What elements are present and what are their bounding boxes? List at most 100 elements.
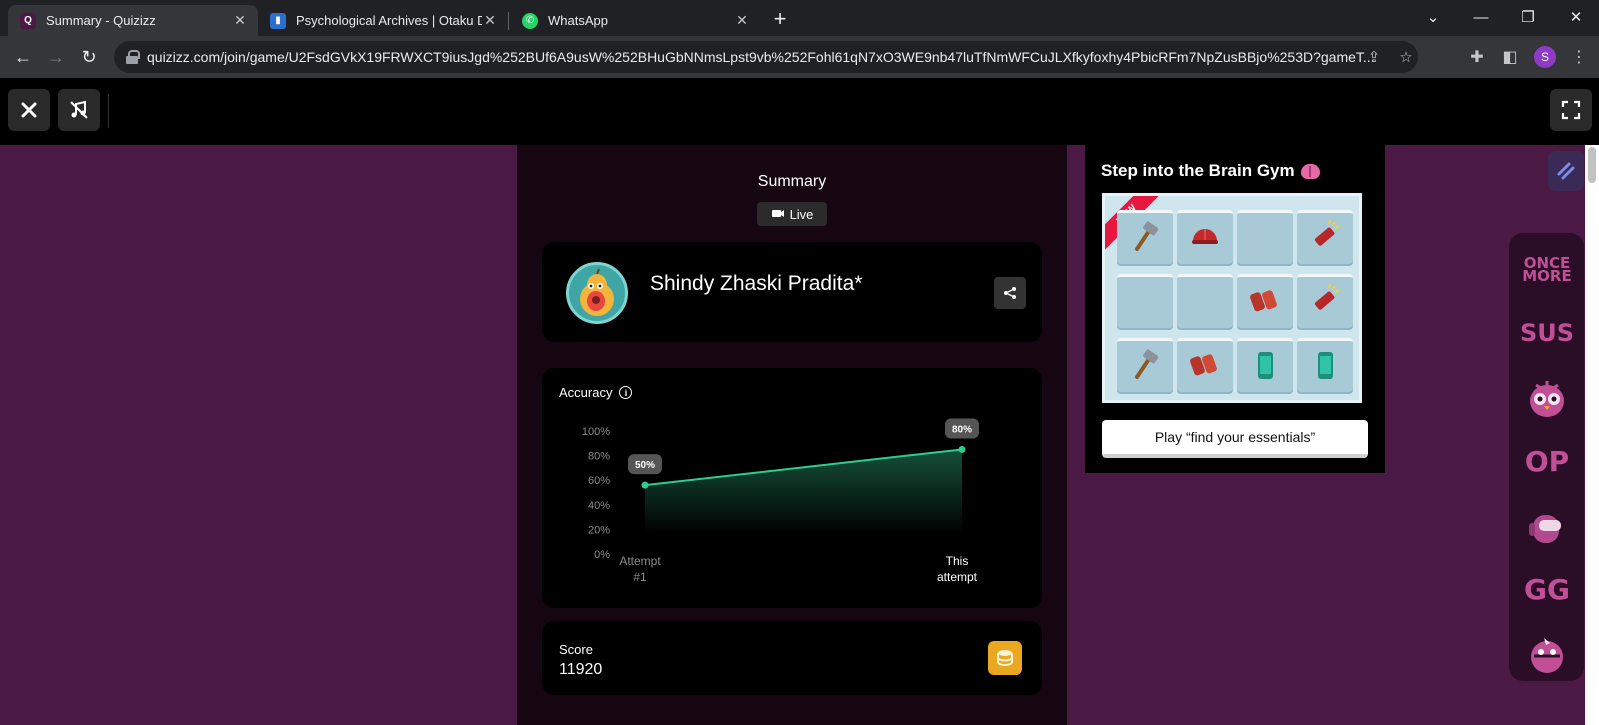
sticker-reaction-strip: ONCE MORE SUS OP GG xyxy=(1509,233,1584,681)
close-window-button[interactable]: ✕ xyxy=(1553,0,1599,34)
memory-tile-empty[interactable] xyxy=(1117,274,1173,330)
lock-icon[interactable] xyxy=(126,50,140,64)
flashlight-icon xyxy=(1307,219,1343,260)
sticker-text: GG xyxy=(1524,573,1570,607)
mute-music-button[interactable] xyxy=(58,89,100,131)
close-tab-icon[interactable]: ✕ xyxy=(734,12,750,29)
extension-floating-icon[interactable] xyxy=(1548,151,1584,191)
helmet-icon xyxy=(1187,219,1223,260)
data-label: 50% xyxy=(635,460,655,471)
tab-whatsapp[interactable]: ✆ WhatsApp ✕ xyxy=(510,5,760,36)
memory-game-board[interactable]: NEW xyxy=(1102,193,1362,403)
accuracy-chart: 0% 20% 40% 60% 80% 100% 50% Attempt #1 80% This att… xyxy=(582,418,979,584)
brain-gym-title-text: Step into the Brain Gym xyxy=(1101,161,1295,180)
memory-tile-empty[interactable] xyxy=(1237,210,1293,266)
close-tab-icon[interactable]: ✕ xyxy=(232,12,248,29)
reload-icon[interactable]: ↻ xyxy=(75,43,103,71)
fullscreen-button[interactable] xyxy=(1550,89,1592,131)
share-icon xyxy=(1004,287,1016,299)
tab-title: Summary - Quizizz xyxy=(46,13,156,28)
tab-psychological-archives[interactable]: ▮ Psychological Archives | Otaku D ✕ xyxy=(258,5,508,36)
close-tab-icon[interactable]: ✕ xyxy=(482,12,498,29)
top-bar-divider xyxy=(108,94,109,128)
data-label: 80% xyxy=(952,424,972,435)
astronaut-sticker[interactable] xyxy=(1522,501,1572,551)
binoculars-icon xyxy=(1247,283,1283,324)
tab-title: WhatsApp xyxy=(548,13,608,28)
y-tick-label: 20% xyxy=(588,524,610,536)
memory-tile-binoculars[interactable] xyxy=(1237,274,1293,330)
gg-sticker[interactable]: GG xyxy=(1522,565,1572,615)
summary-column: Summary Live Shindy Zhaski Pradita* Accu… xyxy=(517,145,1067,725)
live-label: Live xyxy=(789,206,814,222)
forward-arrow-icon[interactable]: → xyxy=(42,43,70,71)
back-arrow-icon[interactable]: ← xyxy=(9,43,37,71)
bookmark-star-icon[interactable]: ☆ xyxy=(1396,47,1416,67)
scrollbar-thumb[interactable] xyxy=(1588,147,1596,183)
live-badge: Live xyxy=(757,202,827,226)
side-panel-icon[interactable]: ◧ xyxy=(1498,45,1522,69)
hammer-icon xyxy=(1127,347,1163,388)
sus-sticker[interactable]: SUS xyxy=(1520,309,1574,359)
coins-icon xyxy=(988,641,1022,675)
profile-avatar[interactable]: S xyxy=(1534,46,1556,68)
x-tick-label: #1 xyxy=(633,570,647,584)
book-icon: ▮ xyxy=(270,12,286,29)
x-tick-label: attempt xyxy=(937,570,978,584)
sticker-text: ONCE MORE xyxy=(1522,253,1572,285)
pear-avatar-icon xyxy=(580,268,614,316)
close-quiz-button[interactable] xyxy=(8,89,50,131)
quizizz-top-bar xyxy=(0,78,1599,145)
op-sticker[interactable]: OP xyxy=(1522,437,1572,487)
y-tick-label: 40% xyxy=(588,500,610,512)
player-name: Shindy Zhaski Pradita* xyxy=(650,272,863,295)
live-icon xyxy=(771,210,784,217)
tab-summary-quizizz[interactable]: Q Summary - Quizizz ✕ xyxy=(8,5,258,36)
once-more-sticker[interactable]: ONCE MORE xyxy=(1522,245,1572,295)
share-page-icon[interactable]: ⇪ xyxy=(1364,47,1384,67)
new-tab-button[interactable]: + xyxy=(766,5,794,33)
binoculars-icon xyxy=(1187,347,1223,388)
owl-sticker[interactable] xyxy=(1522,373,1572,423)
accuracy-area xyxy=(645,449,962,534)
minimize-button[interactable]: — xyxy=(1458,0,1504,34)
share-button[interactable] xyxy=(994,277,1026,309)
memory-tile-empty[interactable] xyxy=(1177,274,1233,330)
close-icon xyxy=(21,102,37,118)
memory-tile-phone[interactable] xyxy=(1237,338,1293,394)
memory-tile-hammer[interactable] xyxy=(1117,210,1173,266)
data-point xyxy=(958,445,966,453)
tab-separator xyxy=(508,12,509,30)
memory-tile-flashlight[interactable] xyxy=(1297,210,1353,266)
sticker-text: OP xyxy=(1524,445,1570,479)
avatar xyxy=(566,262,628,324)
player-card: Shindy Zhaski Pradita* xyxy=(542,242,1042,342)
y-tick-label: 80% xyxy=(588,451,610,463)
page-scrollbar[interactable] xyxy=(1585,145,1599,725)
more-menu-icon[interactable]: ⋮ xyxy=(1567,45,1591,69)
accuracy-card: Accuracy i 0% 20% 40% 60% 80% 100% 50% Attempt #… xyxy=(542,368,1042,608)
browser-tab-strip: Q Summary - Quizizz ✕ ▮ Psychological Ar… xyxy=(0,0,1599,36)
flashlight-icon xyxy=(1307,283,1343,324)
memory-tile-helmet[interactable] xyxy=(1177,210,1233,266)
fullscreen-icon xyxy=(1561,100,1581,120)
quizizz-icon: Q xyxy=(20,12,36,29)
whatsapp-icon: ✆ xyxy=(522,12,538,29)
restore-button[interactable]: ❐ xyxy=(1505,0,1551,34)
play-find-your-essentials-button[interactable]: Play “find your essentials” xyxy=(1102,420,1368,458)
memory-tile-phone[interactable] xyxy=(1297,338,1353,394)
summary-page: Summary Live Shindy Zhaski Pradita* Accu… xyxy=(0,145,1599,725)
browser-toolbar: ← → ↻ quizizz.com/join/game/U2FsdGVkX19F… xyxy=(0,36,1599,78)
phone-icon xyxy=(1307,347,1343,388)
brain-icon xyxy=(1300,163,1320,179)
music-off-icon xyxy=(70,100,88,119)
memory-tile-flashlight[interactable] xyxy=(1297,274,1353,330)
memory-tile-hammer[interactable] xyxy=(1117,338,1173,394)
extensions-puzzle-icon[interactable]: ✚ xyxy=(1465,45,1489,69)
bird-sticker[interactable] xyxy=(1522,629,1572,679)
url-text[interactable]: quizizz.com/join/game/U2FsdGVkX19FRWXCT9… xyxy=(147,49,1377,65)
tab-search-icon[interactable]: ⌄ xyxy=(1410,0,1456,34)
data-point xyxy=(641,481,649,489)
memory-tile-binoculars[interactable] xyxy=(1177,338,1233,394)
address-bar[interactable]: quizizz.com/join/game/U2FsdGVkX19FRWXCT9… xyxy=(114,41,1418,73)
